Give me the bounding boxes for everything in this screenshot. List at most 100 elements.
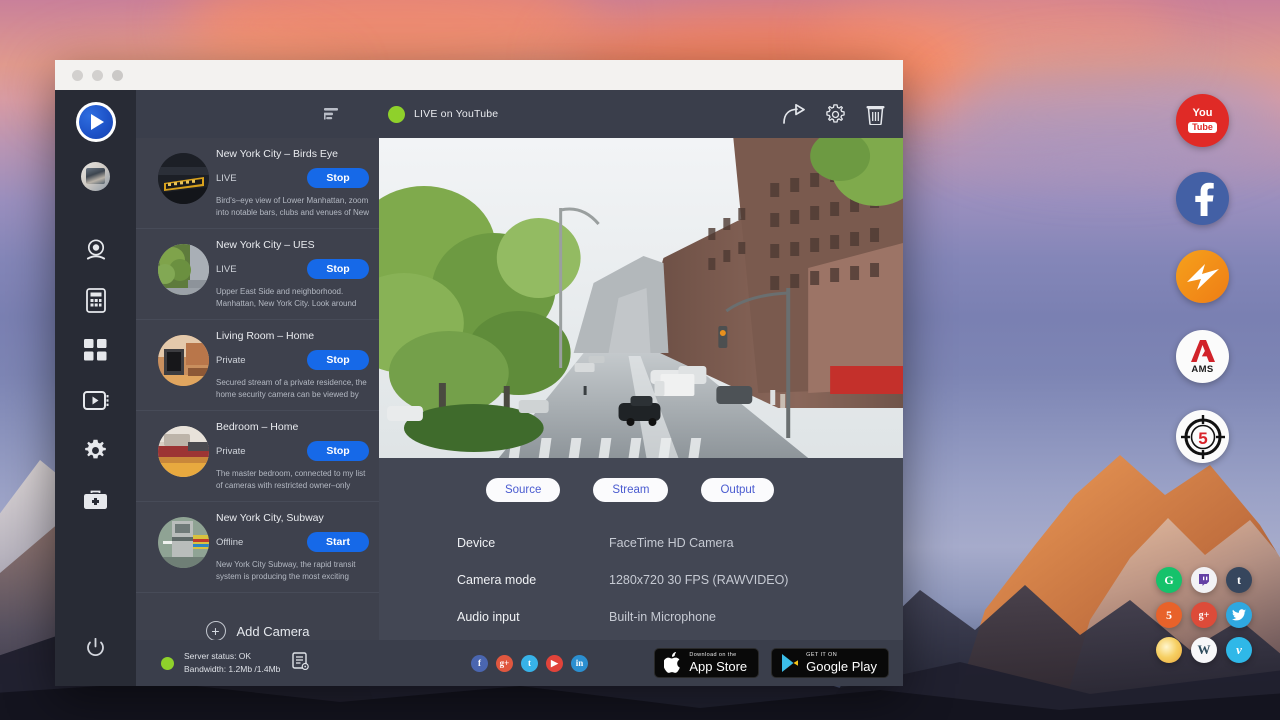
bedroom-thumb [158,426,209,477]
app-footer: Server status: OK Bandwidth: 1.2Mb /1.4M… [136,640,903,686]
sidebar-item-toolkit[interactable] [55,475,136,525]
add-camera-button[interactable]: + Add Camera [136,593,379,640]
camera-action-button[interactable]: Start [307,532,369,552]
mobile-device-icon [86,288,106,313]
camera-description: New York City Subway, the rapid transit … [216,559,369,583]
desktop-icon-googleplus[interactable]: g+ [1191,602,1217,628]
desktop-icon-wordpress[interactable]: W [1191,637,1217,663]
window-titlebar [55,60,903,90]
user-avatar[interactable] [81,162,110,191]
apple-icon [664,652,682,674]
camera-action-button[interactable]: Stop [307,168,369,188]
tab-source[interactable]: Source [486,478,560,502]
youtube-icon[interactable]: ▶ [546,655,563,672]
header-actions [783,104,885,125]
nyc-birds-eye-thumb [158,153,209,204]
spec-label: Camera mode [457,573,609,587]
desktop-icon-youtube[interactable]: You Tube [1176,94,1229,147]
crosshair-five-icon: 5 [1179,413,1227,461]
server-status-text: Server status: OK [184,651,280,662]
camera-list-item[interactable]: Living Room – Home Private Stop Secured … [136,320,379,411]
desktop-icon-flare[interactable] [1156,637,1182,663]
desktop-icon-rss[interactable]: 5 [1156,602,1182,628]
adobe-logo-icon [1190,339,1216,363]
video-preview[interactable] [379,138,903,458]
desktop-icon-youtube-label: You [1193,108,1213,119]
nyc-ues-thumb [158,244,209,295]
desktop-icon-vimeo[interactable]: v [1226,637,1252,663]
linkedin-icon[interactable]: in [571,655,588,672]
camera-list-item[interactable]: New York City, Subway Offline Start New … [136,502,379,593]
twitch-glyph-icon [1197,573,1211,587]
video-player-icon [83,391,109,410]
camera-status-row: LIVE Stop [216,259,369,279]
sidebar-item-video[interactable] [55,375,136,425]
google-play-text: GET IT ON Google Play [806,653,877,674]
camera-title: New York City, Subway [216,512,369,524]
app-store-small-label: Download on the [689,653,747,659]
desktop-icon-wowza[interactable] [1176,250,1229,303]
app-store-button[interactable]: Download on the App Store [654,648,759,678]
bandwidth-text: Bandwidth: 1.2Mb /1.4Mb [184,664,280,675]
spec-label: Audio input [457,610,609,624]
camera-thumbnail [158,335,209,386]
trash-icon[interactable] [866,104,885,125]
window-maximize-button[interactable] [112,70,123,81]
google-play-small-label: GET IT ON [806,653,877,659]
camera-list-item[interactable]: New York City – UES LIVE Stop Upper East… [136,229,379,320]
camera-list-item[interactable]: Bedroom – Home Private Stop The master b… [136,411,379,502]
desktop-icon-ams[interactable]: AMS [1176,330,1229,383]
google-plus-icon[interactable]: g+ [496,655,513,672]
facebook-glyph-icon [1188,182,1218,216]
power-button[interactable] [55,638,136,658]
desktop-icon-five[interactable]: 5 [1176,410,1229,463]
camera-list: New York City – Birds Eye LIVE Stop Bird… [136,138,379,640]
camera-thumbnail [158,426,209,477]
document-log-icon[interactable] [292,652,309,675]
desktop-icon-wordpress-label: W [1198,642,1211,658]
grid-apps-icon [84,339,107,361]
camera-action-button[interactable]: Stop [307,259,369,279]
facebook-icon[interactable]: f [471,655,488,672]
wowza-bolt-icon [1183,260,1223,294]
spec-value: FaceTime HD Camera [609,536,734,550]
living-room-thumb [158,335,209,386]
camera-action-button[interactable]: Stop [307,350,369,370]
spec-row-camera-mode: Camera mode 1280x720 30 FPS (RAWVIDEO) [457,573,903,587]
desktop-icon-grammarly[interactable]: G [1156,567,1182,593]
sidebar-item-grid[interactable] [55,325,136,375]
camera-action-button[interactable]: Stop [307,441,369,461]
camera-list-item[interactable]: New York City – Birds Eye LIVE Stop Bird… [136,138,379,229]
desktop-icon-tumblr-label: t [1237,573,1241,588]
camera-info: Bedroom – Home Private Stop The master b… [216,420,369,492]
google-play-button[interactable]: GET IT ON Google Play [771,648,889,678]
window-minimize-button[interactable] [92,70,103,81]
main-panes: New York City – Birds Eye LIVE Stop Bird… [136,138,903,640]
list-align-icon[interactable] [296,106,368,122]
plus-circle-icon: + [206,621,226,640]
desktop-icon-facebook[interactable] [1176,172,1229,225]
detail-tabs: Source Stream Output [379,458,881,502]
gear-icon[interactable] [825,104,846,125]
sidebar-item-camera[interactable] [55,225,136,275]
app-store-text: Download on the App Store [689,653,747,674]
desktop-icon-tumblr[interactable]: t [1226,567,1252,593]
tab-output[interactable]: Output [701,478,774,502]
tab-stream[interactable]: Stream [593,478,668,502]
camera-thumbnail [158,153,209,204]
desktop-icon-twitch[interactable] [1191,567,1217,593]
sidebar-item-settings[interactable] [55,425,136,475]
window-close-button[interactable] [72,70,83,81]
share-icon[interactable] [783,104,805,124]
desktop-icon-twitter[interactable] [1226,602,1252,628]
app-header: LIVE on YouTube [136,90,903,138]
desktop-icon-youtube-label2: Tube [1188,122,1217,133]
broadcast-logo-icon[interactable] [76,102,116,142]
app-store-big-label: App Store [689,660,747,673]
gear-icon [84,439,107,462]
trash-glyph [866,104,885,125]
sidebar-item-device[interactable] [55,275,136,325]
video-preview-frame [379,138,903,458]
live-status-label: LIVE on YouTube [414,108,498,120]
twitter-icon[interactable]: t [521,655,538,672]
